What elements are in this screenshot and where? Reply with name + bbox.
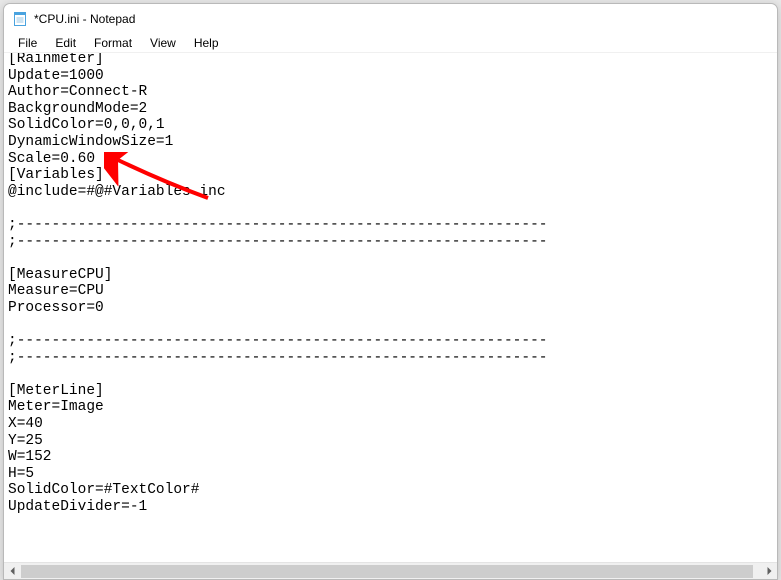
menu-edit[interactable]: Edit [47,35,84,51]
scrollbar-thumb[interactable] [21,565,753,578]
notepad-window: *CPU.ini - Notepad File Edit Format View… [3,3,778,580]
menu-format[interactable]: Format [86,35,140,51]
menu-file[interactable]: File [10,35,45,51]
titlebar[interactable]: *CPU.ini - Notepad [4,4,777,34]
menu-view[interactable]: View [142,35,184,51]
notepad-icon [12,11,28,27]
horizontal-scrollbar[interactable] [4,562,777,579]
menu-help[interactable]: Help [186,35,227,51]
editor-area: [Rainmeter] Update=1000 Author=Connect-R… [4,53,777,579]
text-editor[interactable]: [Rainmeter] Update=1000 Author=Connect-R… [4,53,777,579]
menubar: File Edit Format View Help [4,34,777,53]
window-title: *CPU.ini - Notepad [34,12,135,26]
